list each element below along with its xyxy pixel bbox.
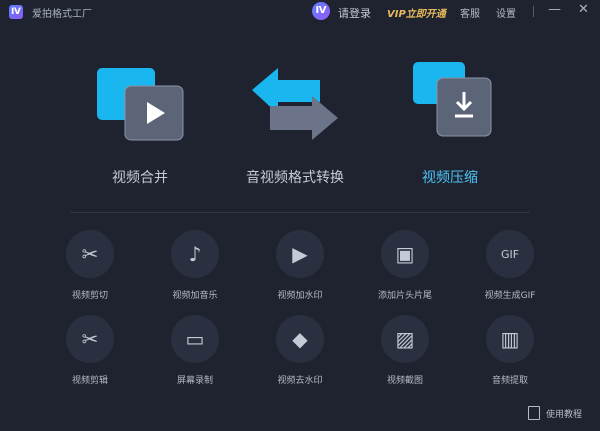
avatar[interactable]: Ⅳ — [312, 2, 330, 20]
format-convert-icon — [250, 60, 340, 145]
feature-label: 视频压缩 — [422, 170, 478, 186]
vip-button[interactable]: VIP立即开通 — [387, 5, 446, 20]
tool-video-watermark[interactable]: ▶ 视频加水印 — [255, 230, 345, 301]
video-edit-icon: ✂ — [66, 315, 114, 363]
help-button[interactable]: 使用教程 — [528, 406, 582, 420]
tool-screen-record[interactable]: ▭ 屏幕录制 — [150, 315, 240, 386]
add-intro-outro-icon: ▣ — [381, 230, 429, 278]
tool-label: 视频剪切 — [71, 291, 108, 301]
app-logo: Ⅳ — [9, 5, 23, 19]
login-link[interactable]: 请登录 — [338, 5, 371, 21]
remove-watermark-icon: ◆ — [276, 315, 324, 363]
service-link[interactable]: 客服 — [460, 5, 480, 20]
app-title: 爱拍格式工厂 — [32, 9, 92, 20]
tool-label: 屏幕录制 — [176, 376, 213, 386]
minimize-button[interactable]: — — [548, 2, 561, 17]
header-divider — [533, 6, 534, 17]
screen-record-icon: ▭ — [171, 315, 219, 363]
video-watermark-icon: ▶ — [276, 230, 324, 278]
tool-video-cut[interactable]: ✂ 视频剪切 — [45, 230, 135, 301]
feature-video-compress[interactable]: 视频压缩 — [385, 60, 515, 187]
tool-label: 视频去水印 — [277, 376, 323, 386]
tool-label: 视频加音乐 — [172, 291, 218, 301]
tool-video-to-gif[interactable]: GIF 视频生成GIF — [465, 230, 555, 301]
feature-video-merge[interactable]: 视频合并 — [75, 60, 205, 187]
tool-label: 视频剪辑 — [71, 376, 108, 386]
tool-add-intro-outro[interactable]: ▣ 添加片头片尾 — [360, 230, 450, 301]
tool-remove-watermark[interactable]: ◆ 视频去水印 — [255, 315, 345, 386]
feature-format-convert[interactable]: 音视频格式转换 — [230, 60, 360, 187]
audio-extract-icon: ▥ — [486, 315, 534, 363]
tool-audio-extract[interactable]: ▥ 音频提取 — [465, 315, 555, 386]
video-to-gif-icon: GIF — [486, 230, 534, 278]
help-label: 使用教程 — [546, 409, 583, 420]
video-compress-icon — [405, 60, 495, 145]
video-cut-icon: ✂ — [66, 230, 114, 278]
close-button[interactable]: ✕ — [578, 2, 589, 17]
tool-label: 视频加水印 — [277, 291, 323, 301]
feature-label: 音视频格式转换 — [246, 170, 344, 186]
settings-link[interactable]: 设置 — [496, 5, 516, 20]
video-add-music-icon: ♪ — [171, 230, 219, 278]
tool-label: 视频截图 — [386, 376, 423, 386]
video-screenshot-icon: ▨ — [381, 315, 429, 363]
tool-label: 视频生成GIF — [484, 291, 536, 301]
tool-video-edit[interactable]: ✂ 视频剪辑 — [45, 315, 135, 386]
section-divider — [70, 212, 530, 213]
feature-label: 视频合并 — [112, 170, 168, 186]
book-icon — [528, 406, 540, 420]
tool-video-screenshot[interactable]: ▨ 视频截图 — [360, 315, 450, 386]
tool-video-add-music[interactable]: ♪ 视频加音乐 — [150, 230, 240, 301]
tool-label: 音频提取 — [491, 376, 528, 386]
tool-label: 添加片头片尾 — [377, 291, 432, 301]
video-merge-icon — [95, 60, 185, 145]
